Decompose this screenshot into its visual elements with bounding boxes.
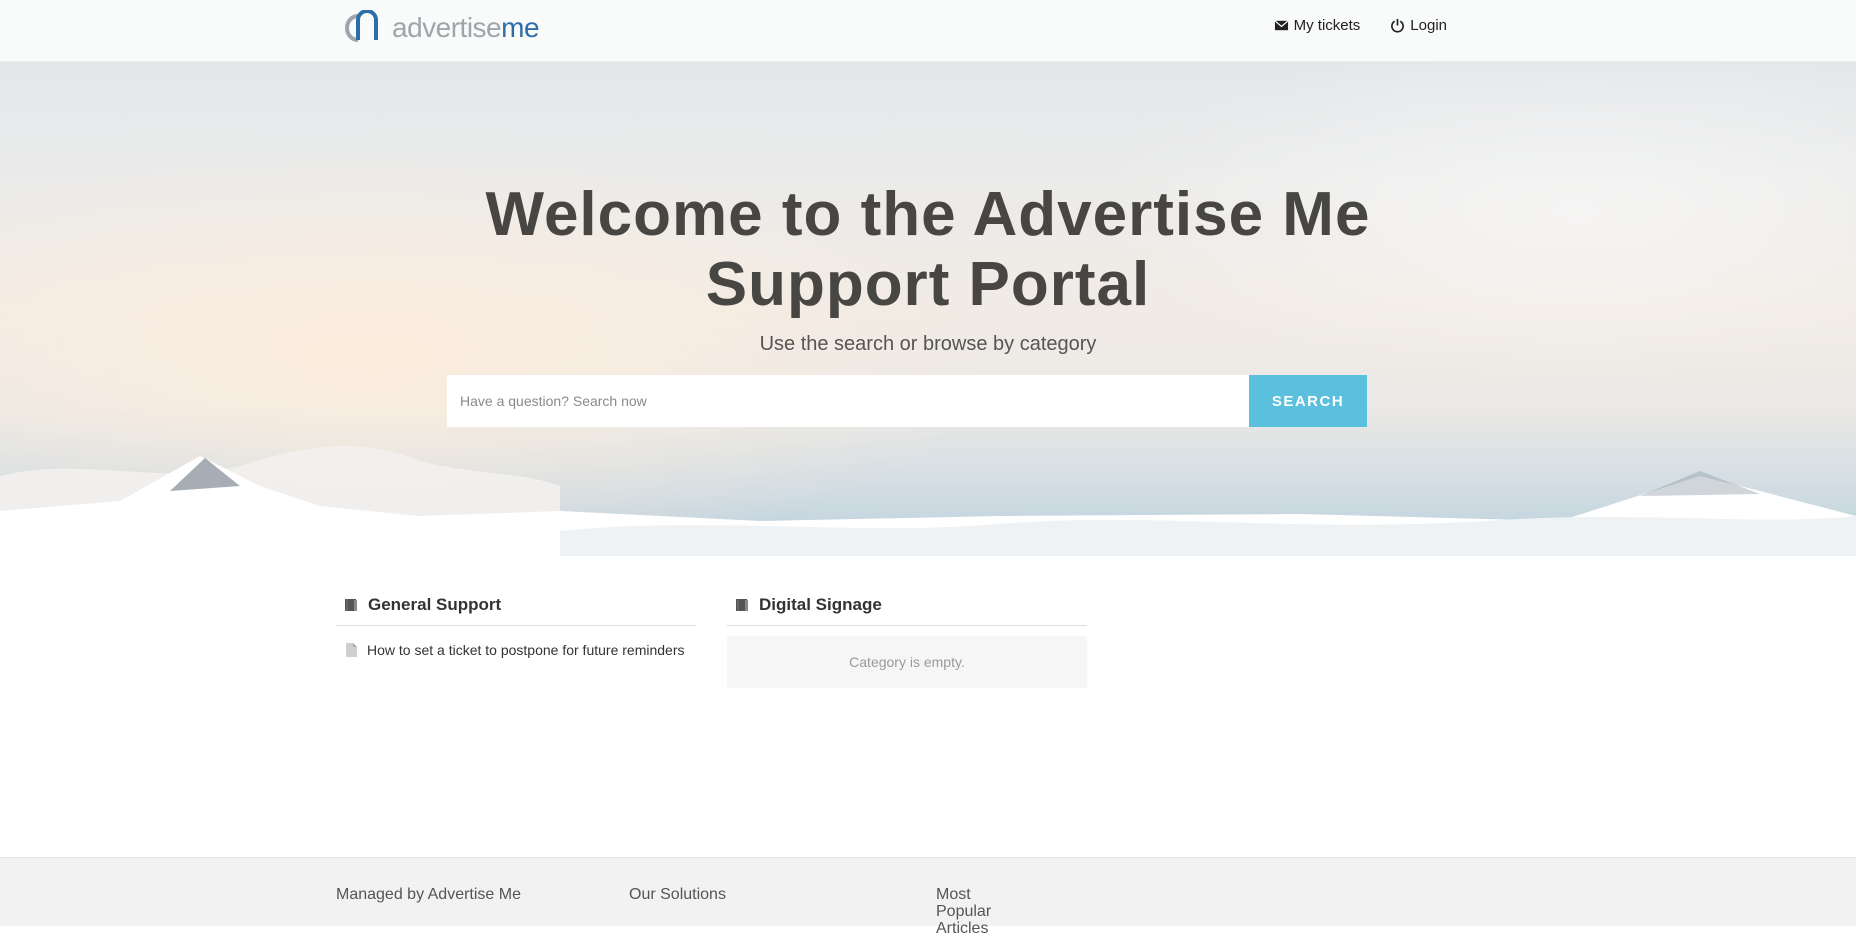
category-general-support: General Support How to set a ticket to p…: [336, 584, 696, 674]
login-label: Login: [1410, 17, 1447, 34]
article-title: How to set a ticket to postpone for futu…: [367, 642, 685, 658]
category-header[interactable]: Digital Signage: [727, 584, 1087, 626]
cloud-mountain-illustration: [0, 446, 1856, 556]
my-tickets-link[interactable]: My tickets: [1274, 17, 1361, 34]
hero-title: Welcome to the Advertise Me Support Port…: [0, 180, 1856, 320]
book-icon: [345, 598, 357, 611]
envelope-icon: [1274, 20, 1289, 31]
footer-popular-articles: Most Popular Articles: [936, 886, 992, 937]
login-link[interactable]: Login: [1390, 17, 1447, 34]
search-input[interactable]: [447, 375, 1249, 427]
document-icon: [346, 643, 357, 657]
logo-mark-icon: [345, 10, 378, 42]
hero-title-line1: Welcome to the Advertise Me: [485, 180, 1371, 249]
top-nav: My tickets Login: [1274, 17, 1447, 34]
site-header: advertiseme My tickets Login: [0, 0, 1856, 62]
power-icon: [1391, 18, 1405, 33]
hero-title-line2: Support Portal: [705, 250, 1151, 319]
category-title: Digital Signage: [759, 594, 882, 614]
logo-text-light: advertise: [392, 12, 502, 43]
book-icon: [736, 598, 748, 611]
site-footer: Managed by Advertise Me Our Solutions Mo…: [0, 857, 1856, 937]
category-digital-signage: Digital Signage Category is empty.: [727, 584, 1087, 688]
footer-managed-by: Managed by Advertise Me: [336, 886, 521, 903]
hero-banner: Welcome to the Advertise Me Support Port…: [0, 62, 1856, 556]
category-empty-notice: Category is empty.: [727, 636, 1087, 688]
category-title: General Support: [368, 594, 502, 614]
search-button[interactable]: SEARCH: [1249, 375, 1367, 427]
logo-text: advertiseme: [392, 12, 540, 43]
hero-subtitle: Use the search or browse by category: [759, 333, 1097, 355]
category-header[interactable]: General Support: [336, 584, 696, 626]
logo-text-bold: me: [501, 12, 540, 43]
search-bar: SEARCH: [447, 375, 1367, 427]
footer-our-solutions: Our Solutions: [629, 886, 726, 903]
article-link[interactable]: How to set a ticket to postpone for futu…: [336, 626, 696, 674]
my-tickets-label: My tickets: [1293, 17, 1361, 34]
logo[interactable]: advertiseme: [344, 10, 540, 44]
